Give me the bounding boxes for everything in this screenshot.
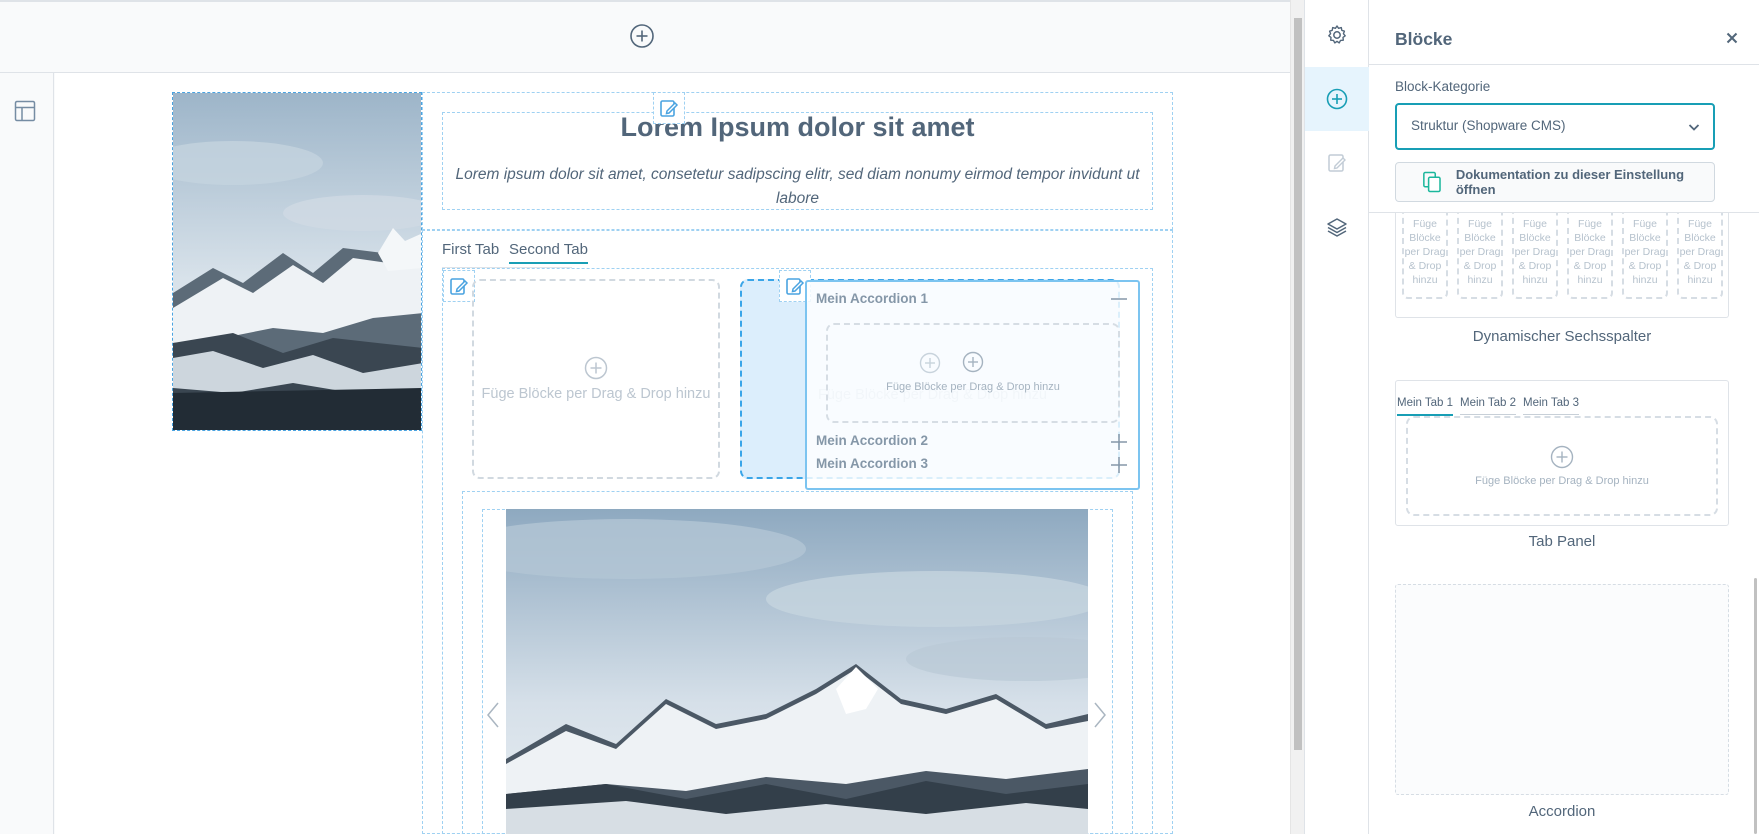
rail-settings-button[interactable] xyxy=(1305,3,1369,67)
block-preview-accordion[interactable] xyxy=(1395,584,1729,795)
accordion-item-title: Mein Accordion 1 xyxy=(816,291,929,306)
panel-divider xyxy=(1369,64,1759,65)
column-dropzone: Füge Blöcke per Drag & Drop hinzu xyxy=(1677,213,1723,299)
block-preview-tab-panel[interactable]: Mein Tab 1 Mein Tab 2 Mein Tab 3 Füge Bl… xyxy=(1395,380,1729,526)
category-select-value: Struktur (Shopware CMS) xyxy=(1411,118,1566,133)
tab-first[interactable]: First Tab xyxy=(442,241,499,258)
documentation-button[interactable]: Dokumentation zu dieser Einstellung öffn… xyxy=(1395,162,1715,202)
headline[interactable]: Lorem Ipsum dolor sit amet xyxy=(442,112,1153,143)
panel-scrollbar[interactable] xyxy=(1752,213,1759,834)
preview-dropzone-text: Füge Blöcke per Drag & Drop hinzu xyxy=(1475,475,1649,487)
plus-circle-icon[interactable] xyxy=(629,23,655,49)
rail-layers-button[interactable] xyxy=(1305,195,1369,259)
plus-circle-icon xyxy=(1550,445,1574,469)
edit-icon xyxy=(450,278,469,295)
preview-tabs: Mein Tab 1 Mein Tab 2 Mein Tab 3 xyxy=(1396,389,1730,416)
rail-blocks-button[interactable] xyxy=(1305,67,1369,131)
edit-icon xyxy=(786,278,805,295)
layers-icon xyxy=(1327,218,1347,237)
canvas-scrollbar-thumb[interactable] xyxy=(1294,18,1302,750)
section-settings-gutter xyxy=(0,73,54,834)
edit-icon xyxy=(660,100,679,117)
column-dropzone: Füge Blöcke per Drag & Drop hinzu xyxy=(1567,213,1613,299)
accordion-item-title: Mein Accordion 2 xyxy=(816,433,929,448)
sidebar-rail xyxy=(1304,0,1369,834)
plus-circle-icon xyxy=(584,356,608,380)
column-dropzone: Füge Blöcke per Drag & Drop hinzu xyxy=(1512,213,1558,299)
accordion-item-title: Mein Accordion 3 xyxy=(816,456,929,471)
accordion-dropzone-text: Füge Blöcke per Drag & Drop hinzu xyxy=(886,381,1060,393)
panel-title: Blöcke xyxy=(1395,29,1453,49)
documentation-button-label: Dokumentation zu dieser Einstellung öffn… xyxy=(1455,167,1685,197)
chevron-down-icon xyxy=(1688,124,1700,131)
block-name: Accordion xyxy=(1528,803,1596,820)
block-name: Tab Panel xyxy=(1528,533,1596,550)
layout-icon[interactable] xyxy=(14,100,36,122)
section-add-bar xyxy=(0,2,1290,73)
tab-second[interactable]: Second Tab xyxy=(509,241,588,264)
accordion-dropzone xyxy=(826,323,1120,423)
edit-element-button[interactable] xyxy=(443,270,475,302)
block-name: Dynamischer Sechsspalter xyxy=(1472,328,1652,345)
plus-circle-icon xyxy=(962,351,984,373)
category-label: Block-Kategorie xyxy=(1395,79,1491,94)
rail-edit-button[interactable] xyxy=(1305,131,1369,195)
dropzone-left[interactable]: Füge Blöcke per Drag & Drop hinzu xyxy=(472,279,720,479)
panel-scrollbar-thumb[interactable] xyxy=(1754,578,1757,834)
lead-text[interactable]: Lorem ipsum dolor sit amet, consetetur s… xyxy=(455,163,1140,211)
column-dropzone: Füge Blöcke per Drag & Drop hinzu xyxy=(1402,213,1448,299)
plus-icon xyxy=(1111,434,1127,450)
preview-tab: Mein Tab 2 xyxy=(1460,397,1517,415)
plus-circle-icon xyxy=(1326,88,1348,110)
preview-dropzone: Füge Blöcke per Drag & Drop hinzu xyxy=(1406,416,1718,516)
plus-icon xyxy=(1111,457,1127,473)
plus-circle-icon xyxy=(919,352,941,374)
dropzone-text: Füge Blöcke per Drag & Drop hinzu xyxy=(481,386,711,402)
block-preview-six-columns[interactable]: Füge Blöcke per Drag & Drop hinzu Füge B… xyxy=(1395,213,1729,318)
preview-tab: Mein Tab 3 xyxy=(1523,397,1580,415)
chevron-left-icon[interactable] xyxy=(483,700,503,730)
edit-icon xyxy=(1328,154,1346,172)
blocks-panel: Blöcke Block-Kategorie Struktur (Shopwar… xyxy=(1369,0,1759,834)
category-select[interactable]: Struktur (Shopware CMS) xyxy=(1395,103,1715,150)
slider-image[interactable] xyxy=(506,509,1088,834)
block-list[interactable]: Füge Blöcke per Drag & Drop hinzu Füge B… xyxy=(1369,213,1759,834)
preview-tab: Mein Tab 1 xyxy=(1397,397,1454,416)
canvas-scrollbar[interactable] xyxy=(1290,0,1304,834)
gear-icon xyxy=(1328,25,1346,44)
close-icon[interactable] xyxy=(1724,30,1740,46)
column-dropzone: Füge Blöcke per Drag & Drop hinzu xyxy=(1457,213,1503,299)
documents-icon xyxy=(1423,171,1441,193)
chevron-right-icon[interactable] xyxy=(1090,700,1110,730)
edit-element-button[interactable] xyxy=(653,92,685,124)
hero-image[interactable] xyxy=(172,92,422,431)
column-dropzone: Füge Blöcke per Drag & Drop hinzu xyxy=(1622,213,1668,299)
minus-icon xyxy=(1111,298,1127,300)
